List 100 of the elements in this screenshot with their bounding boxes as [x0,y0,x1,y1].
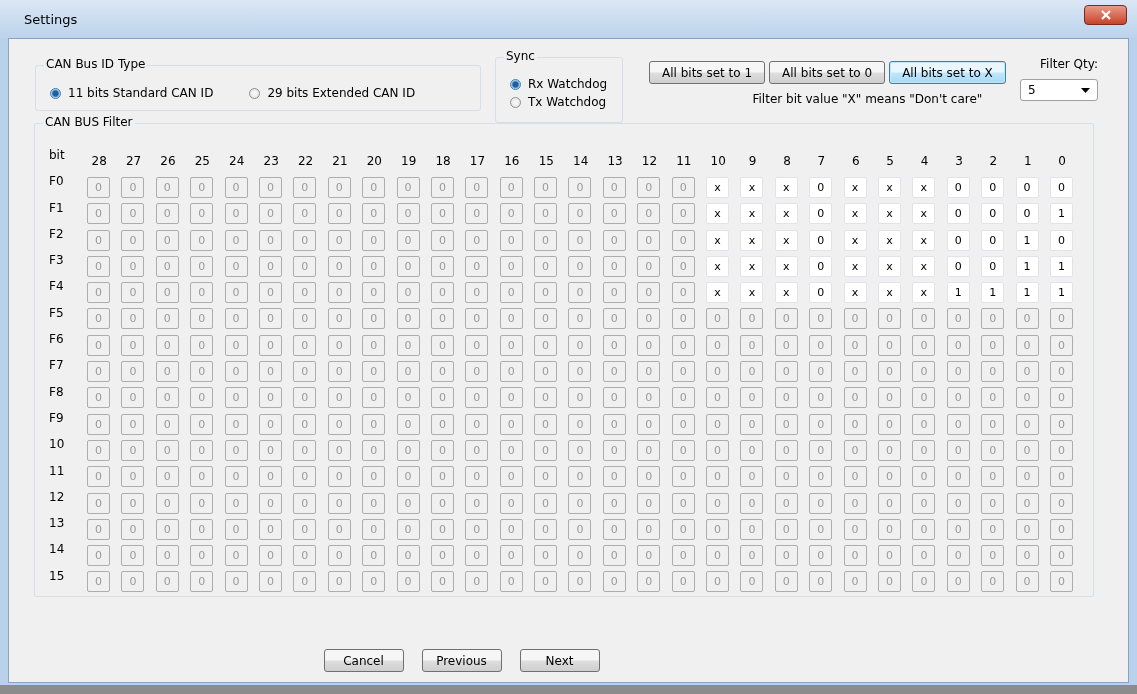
bit-field[interactable]: 0 [946,203,970,225]
bit-field[interactable]: 0 [293,229,317,251]
bit-field[interactable]: 1 [1015,229,1039,251]
bit-field[interactable]: 0 [809,387,833,409]
bit-field[interactable]: 0 [568,176,592,198]
bit-field[interactable]: 0 [155,255,179,277]
bit-field[interactable]: 0 [327,361,351,382]
bit-field[interactable]: 0 [362,176,386,198]
bit-field[interactable]: 0 [706,308,730,330]
bit-field[interactable]: 0 [740,334,764,356]
bit-field[interactable]: 0 [637,282,661,304]
bit-field[interactable]: 0 [568,413,592,435]
bit-field[interactable]: 0 [293,413,317,435]
bit-field[interactable]: 0 [946,334,970,356]
bit-field[interactable]: x [774,229,798,251]
bit-field[interactable]: 0 [293,203,317,225]
bit-field[interactable]: 0 [912,413,936,435]
bit-field[interactable]: 0 [568,492,592,514]
bit-field[interactable]: 0 [190,282,214,304]
bit-field[interactable]: 0 [499,334,523,356]
bit-field[interactable]: 0 [258,545,282,567]
bit-field[interactable]: 0 [465,282,489,304]
bit-field[interactable]: 0 [121,518,145,540]
bit-field[interactable]: x [843,282,867,304]
bit-field[interactable]: 0 [706,439,730,461]
bit-field[interactable]: 0 [706,571,730,593]
bit-field[interactable]: 0 [534,361,558,382]
bit-field[interactable]: 0 [809,203,833,225]
bit-field[interactable]: 0 [843,466,867,488]
bit-field[interactable]: 0 [155,413,179,435]
bit-field[interactable]: 0 [706,387,730,409]
bit-field[interactable]: 0 [396,203,420,225]
bit-field[interactable]: x [740,255,764,277]
bit-field[interactable]: 0 [87,571,110,593]
bit-field[interactable]: 0 [258,387,282,409]
bit-field[interactable]: 0 [637,545,661,567]
bit-field[interactable]: 0 [946,439,970,461]
bit-field[interactable]: 0 [362,492,386,514]
bit-field[interactable]: 0 [1049,439,1073,461]
bit-field[interactable]: 0 [946,492,970,514]
footer-button[interactable]: Cancel [323,649,404,672]
bit-field[interactable]: x [706,255,730,277]
bit-field[interactable]: 0 [774,387,798,409]
bit-field[interactable]: 0 [774,466,798,488]
bit-field[interactable]: 0 [258,361,282,382]
bit-field[interactable]: x [740,282,764,304]
bit-field[interactable]: 0 [362,229,386,251]
bit-field[interactable]: 0 [774,518,798,540]
bit-field[interactable]: 0 [121,229,145,251]
bit-field[interactable]: 0 [912,439,936,461]
bit-field[interactable]: 0 [602,176,626,198]
bit-field[interactable]: 1 [1015,255,1039,277]
bit-field[interactable]: 0 [740,518,764,540]
bit-field[interactable]: 0 [981,439,1005,461]
bit-field[interactable]: 0 [396,545,420,567]
bit-field[interactable]: 0 [121,203,145,225]
bit-field[interactable]: 0 [121,282,145,304]
bit-field[interactable]: 0 [671,387,695,409]
bit-field[interactable]: 0 [843,361,867,382]
bit-field[interactable]: 0 [946,518,970,540]
bit-field[interactable]: 0 [499,308,523,330]
bit-field[interactable]: 0 [155,203,179,225]
bit-field[interactable]: 0 [671,545,695,567]
bit-field[interactable]: 0 [843,387,867,409]
bit-field[interactable]: 0 [981,466,1005,488]
bit-field[interactable]: 0 [981,492,1005,514]
bit-field[interactable]: 0 [637,334,661,356]
bit-field[interactable]: 0 [224,255,248,277]
bit-field[interactable]: 0 [981,387,1005,409]
bit-field[interactable]: x [878,176,901,198]
bit-field[interactable]: 0 [499,255,523,277]
bit-field[interactable]: x [912,255,936,277]
bit-field[interactable]: 0 [258,334,282,356]
bit-field[interactable]: 0 [362,203,386,225]
bit-field[interactable]: 0 [155,282,179,304]
bit-field[interactable]: 0 [706,334,730,356]
bit-field[interactable]: 0 [121,387,145,409]
bit-field[interactable]: 0 [155,334,179,356]
bit-field[interactable]: 0 [396,518,420,540]
bit-field[interactable]: 0 [1049,518,1073,540]
footer-button[interactable]: Next [519,649,600,672]
bit-field[interactable]: 0 [224,439,248,461]
bit-field[interactable]: 0 [774,413,798,435]
bit-field[interactable]: 0 [602,308,626,330]
bit-field[interactable]: 0 [534,229,558,251]
bit-field[interactable]: 0 [981,413,1005,435]
bit-field[interactable]: 0 [843,308,867,330]
bit-field[interactable]: 0 [534,439,558,461]
bit-field[interactable]: 0 [637,571,661,593]
bit-field[interactable]: 0 [637,492,661,514]
bit-field[interactable]: 0 [293,308,317,330]
bit-field[interactable]: 0 [637,387,661,409]
bit-field[interactable]: 0 [87,229,110,251]
bit-field[interactable]: 0 [190,308,214,330]
bit-field[interactable]: 0 [430,518,454,540]
bit-field[interactable]: 0 [327,282,351,304]
bit-field[interactable]: 0 [293,518,317,540]
bit-field[interactable]: 0 [534,282,558,304]
bit-field[interactable]: 0 [465,439,489,461]
bit-field[interactable]: 0 [121,255,145,277]
